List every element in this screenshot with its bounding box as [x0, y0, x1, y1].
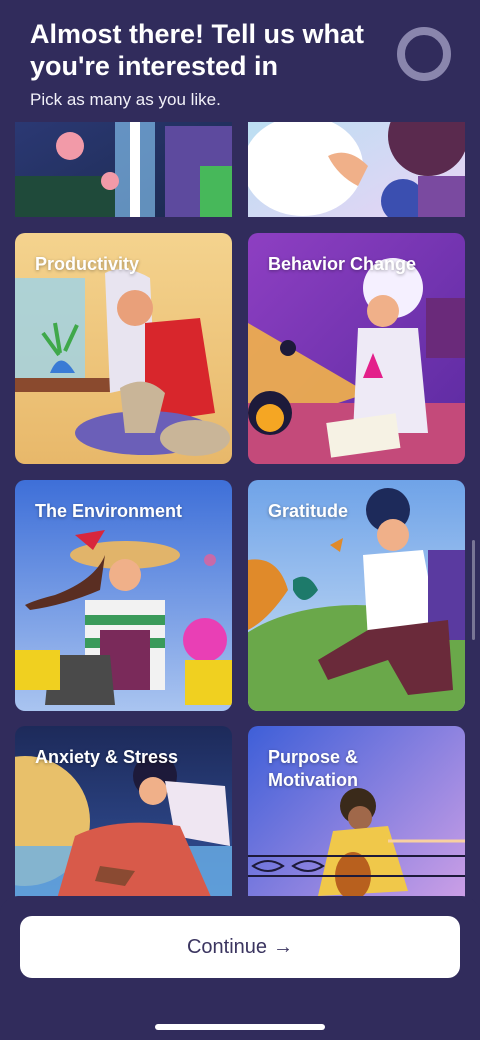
progress-ring-icon: [397, 27, 451, 81]
header: Almost there! Tell us what you're intere…: [0, 0, 480, 122]
topic-card-the-environment[interactable]: The Environment: [15, 480, 232, 711]
home-indicator[interactable]: [155, 1024, 325, 1030]
page-subtitle: Pick as many as you like.: [30, 90, 221, 109]
topic-grid: Productivity Behavior Change The Environ…: [0, 0, 480, 900]
topic-card-anxiety-stress[interactable]: Anxiety & Stress: [15, 726, 232, 900]
scrollbar[interactable]: [472, 540, 475, 640]
continue-label: Continue: [186, 935, 268, 958]
arrow-right-icon: →: [273, 935, 294, 958]
footer: Continue →: [0, 896, 480, 1040]
topic-card-behavior-change[interactable]: Behavior Change: [248, 233, 465, 464]
continue-button[interactable]: Continue →: [20, 916, 460, 978]
topic-card-gratitude[interactable]: Gratitude: [248, 480, 465, 711]
topic-card-productivity[interactable]: Productivity: [15, 233, 232, 464]
topic-card-purpose-motivation[interactable]: Purpose & Motivation: [248, 726, 465, 900]
page-title: Almost there! Tell us what you're intere…: [30, 19, 365, 81]
